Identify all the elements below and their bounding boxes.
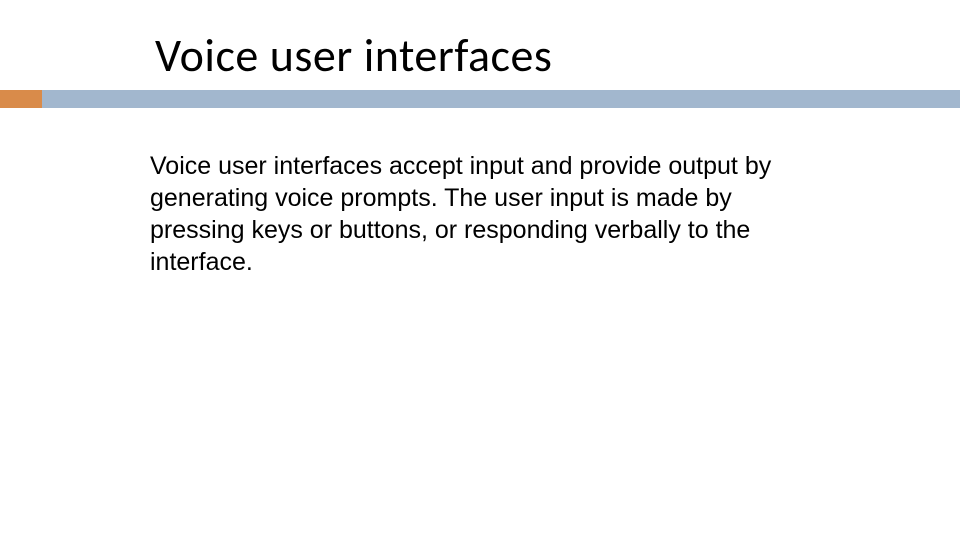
slide-body-text: Voice user interfaces accept input and p… xyxy=(150,150,810,278)
divider-accent xyxy=(0,90,42,108)
body-area: Voice user interfaces accept input and p… xyxy=(150,150,810,278)
divider-bar xyxy=(0,90,960,108)
title-area: Voice user interfaces xyxy=(0,28,960,108)
slide-title: Voice user interfaces xyxy=(155,28,960,84)
